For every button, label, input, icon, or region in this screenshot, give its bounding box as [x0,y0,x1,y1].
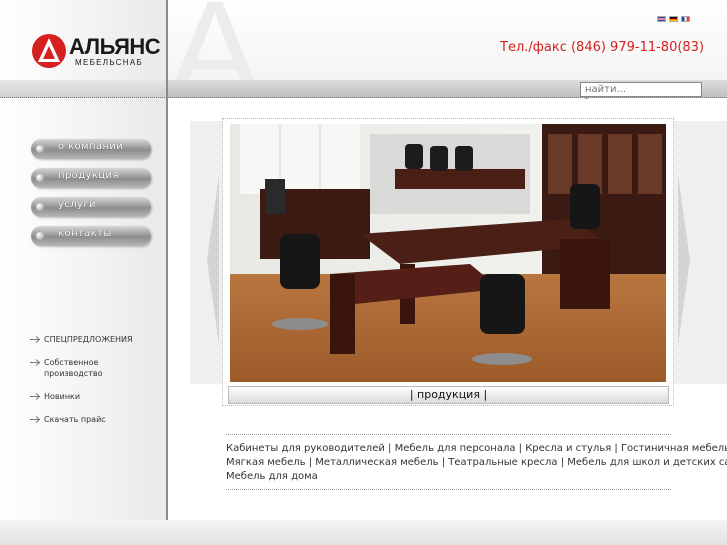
categories-divider-top [226,434,671,435]
sublink-label: Новинки [44,392,81,401]
nav-bullet-icon [36,232,44,240]
sublink-new-items[interactable]: Новинки [30,391,142,402]
nav-bullet-icon [36,145,44,153]
gallery-caption: | продукция | [228,386,669,404]
logo[interactable]: АЛЬЯНС МЕБЕЛЬСНАБ [31,30,161,75]
logo-mark-icon [32,34,66,68]
top-bar-left [0,80,167,98]
footer [0,520,727,545]
logo-name: АЛЬЯНС [69,34,161,59]
product-photo[interactable] [230,124,666,382]
phone-number: Тел./факс (846) 979-11-80(83) [500,40,705,55]
search-input[interactable] [580,82,702,97]
main-nav: о компании продукция услуги контакты [31,139,151,255]
flag-en-icon[interactable] [657,16,666,22]
gallery-next-icon[interactable] [676,175,692,345]
flag-fr-icon[interactable] [681,16,690,22]
office-furniture-image [230,124,666,382]
sublink-label: Собственное производство [44,358,103,378]
nav-label: контакты [58,228,112,239]
nav-label: услуги [58,199,96,210]
nav-item-products[interactable]: продукция [31,168,151,188]
nav-label: продукция [58,170,119,181]
categories-line-1[interactable]: Кабинеты для руководителей | Мебель для … [226,442,727,456]
nav-item-contacts[interactable]: контакты [31,226,151,246]
arrow-right-icon [30,416,41,423]
language-switcher [657,16,690,22]
nav-bullet-icon [36,203,44,211]
sublink-special-offers[interactable]: СПЕЦПРЕДЛОЖЕНИЯ [30,334,142,345]
secondary-links: СПЕЦПРЕДЛОЖЕНИЯ Собственное производство… [30,334,142,437]
sublink-download-price[interactable]: Скачать прайс [30,414,142,425]
nav-bullet-icon [36,174,44,182]
arrow-right-icon [30,393,41,400]
nav-label: о компании [58,141,124,152]
nav-item-services[interactable]: услуги [31,197,151,217]
categories-line-2[interactable]: Мягкая мебель | Металлическая мебель | Т… [226,456,727,470]
categories-divider-bottom [226,489,671,490]
nav-item-about[interactable]: о компании [31,139,151,159]
logo-subtitle: МЕБЕЛЬСНАБ [75,58,144,67]
gallery-prev-icon[interactable] [205,175,221,345]
flag-de-icon[interactable] [669,16,678,22]
product-categories: Кабинеты для руководителей | Мебель для … [226,442,727,484]
sublink-label: Скачать прайс [44,415,106,424]
sublink-own-production[interactable]: Собственное производство [30,357,142,379]
sublink-label: СПЕЦПРЕДЛОЖЕНИЯ [44,335,133,344]
categories-line-3[interactable]: Мебель для дома [226,470,706,484]
arrow-right-icon [30,359,41,366]
arrow-right-icon [30,336,41,343]
